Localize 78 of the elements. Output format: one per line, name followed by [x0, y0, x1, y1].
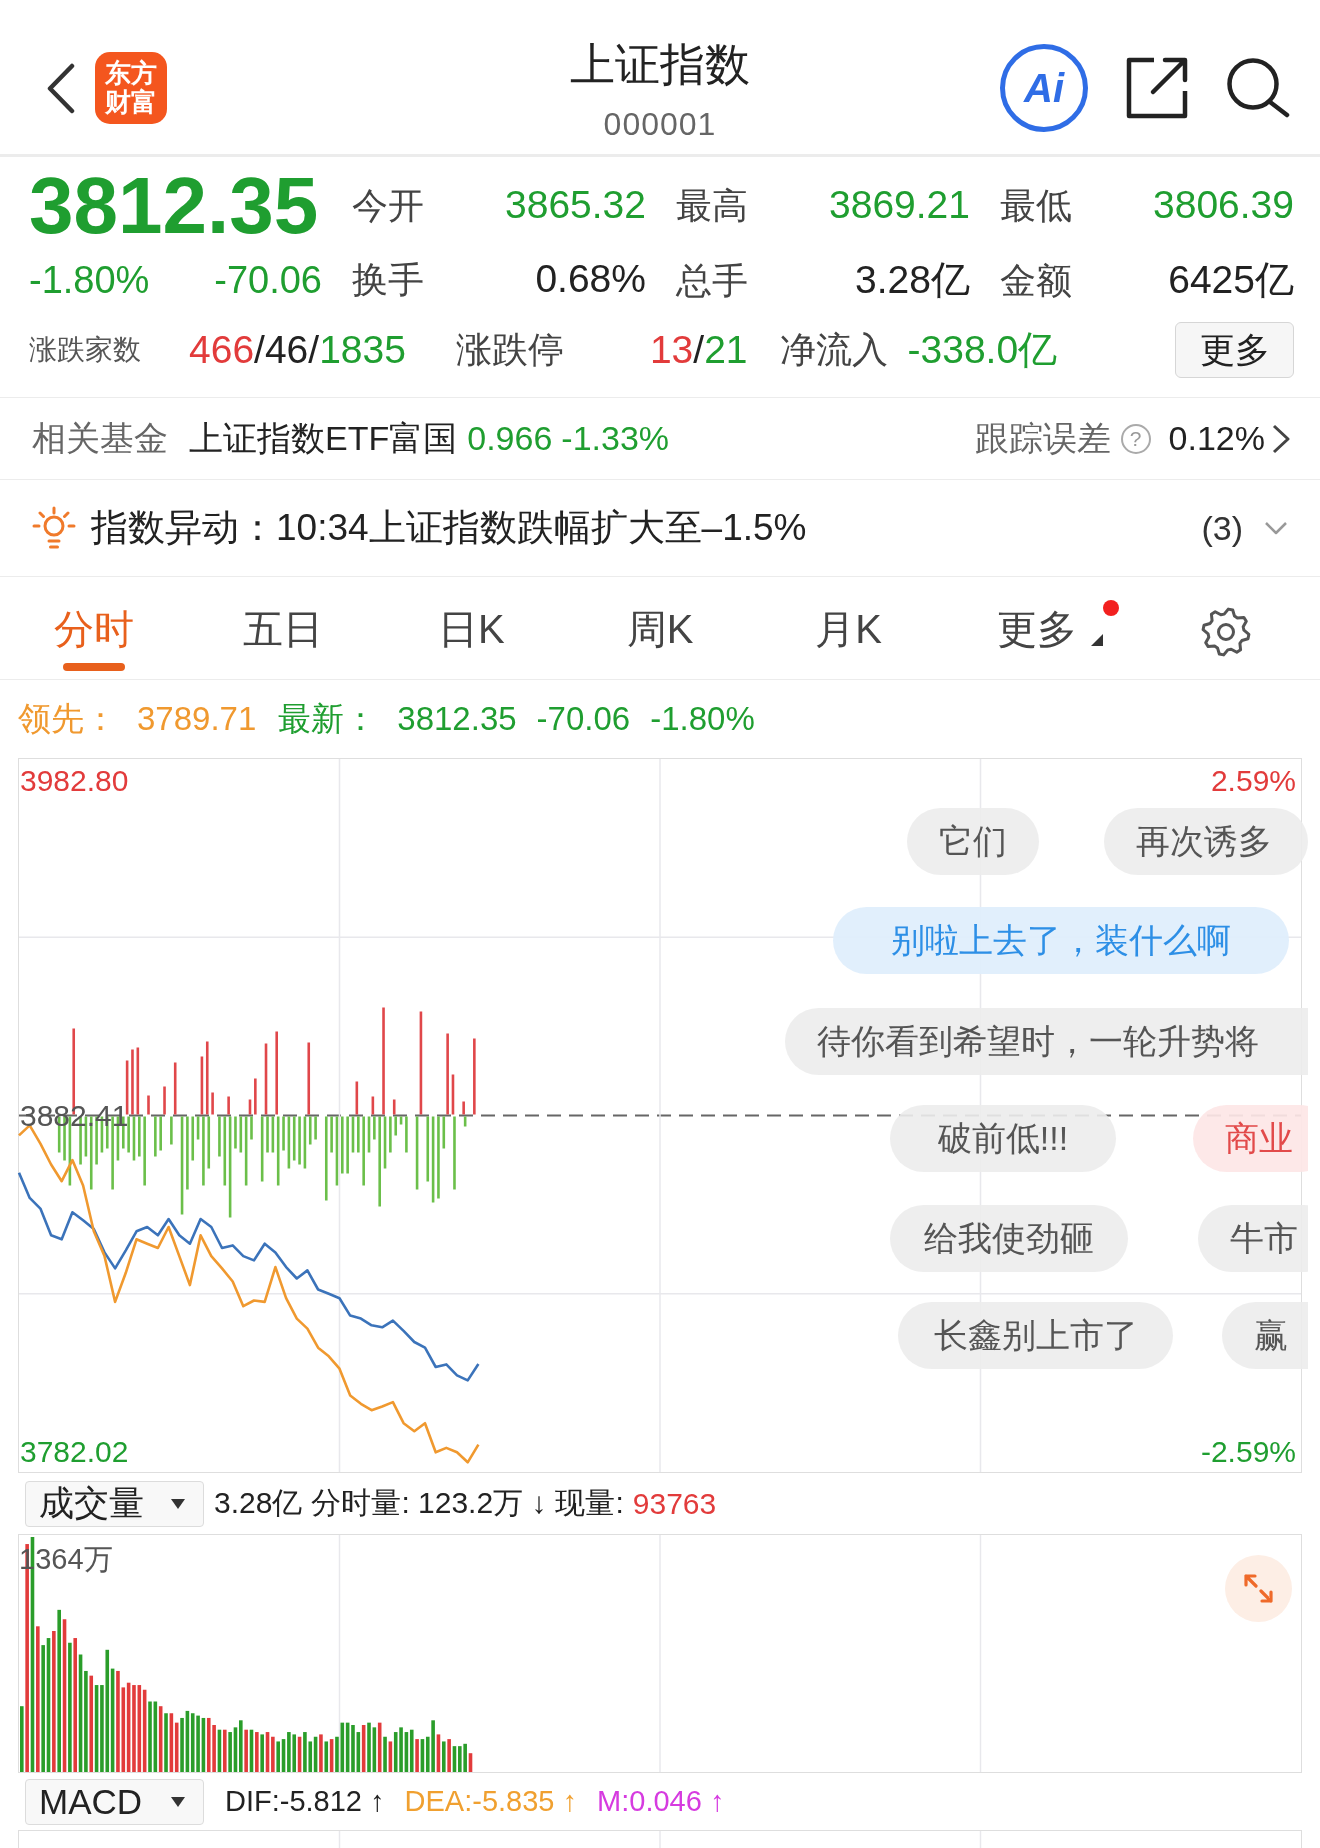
- comment-bubble: 牛市: [1198, 1205, 1308, 1272]
- comment-bubble: 再次诱多: [1104, 808, 1308, 875]
- more-button[interactable]: 更多: [1175, 322, 1294, 378]
- stat-label: 金额: [1000, 259, 1072, 303]
- period-tab[interactable]: 更多: [997, 607, 1078, 671]
- comment-bubble: 商业: [1193, 1105, 1308, 1172]
- period-tab[interactable]: 月K: [815, 607, 882, 671]
- comment-bubble: 别啦上去了，装什么啊: [833, 907, 1289, 974]
- indicator-dropdown[interactable]: 成交量: [25, 1480, 204, 1527]
- change-percent: -1.80%: [29, 258, 150, 302]
- caret-icon: [171, 1498, 185, 1509]
- inflow-value: -338.0亿: [907, 327, 1058, 373]
- search-icon[interactable]: [1226, 58, 1290, 118]
- period-tab[interactable]: 周K: [626, 607, 694, 671]
- axis-label: -2.59%: [1200, 1435, 1296, 1469]
- comment-bubble: 长鑫别上市了: [898, 1302, 1173, 1369]
- period-tab[interactable]: 五日: [242, 607, 323, 671]
- minute-volume: 分时量: 123.2万 ↓: [311, 1485, 547, 1521]
- fund-change: -1.33%: [561, 419, 670, 458]
- macd-value: M:0.046 ↑: [597, 1785, 725, 1818]
- axis-label: 2.59%: [1210, 763, 1296, 797]
- limit-value: 13/21: [649, 328, 748, 372]
- last-price: 3812.35: [29, 169, 320, 243]
- axis-label: 3982.80: [20, 763, 129, 797]
- legend-label: 领先：: [18, 698, 117, 739]
- back-icon[interactable]: [46, 62, 76, 114]
- volume-total: 3.28亿: [214, 1485, 303, 1521]
- fund-label: 相关基金: [32, 417, 168, 459]
- stat-value: 0.68%: [535, 256, 646, 301]
- period-tab[interactable]: 日K: [438, 607, 505, 671]
- stat-label: 最高: [676, 183, 748, 228]
- inflow-label: 净流入: [779, 327, 888, 372]
- comment-bubble: 待你看到希望时，一轮升势将: [785, 1008, 1308, 1075]
- fund-name: 上证指数ETF富国: [189, 417, 458, 459]
- current-volume-value: 93763: [632, 1486, 717, 1521]
- alert-count: (3): [1201, 508, 1243, 548]
- stat-label: 今开: [352, 183, 424, 228]
- legend-value: 3789.71: [137, 700, 257, 738]
- breadth-label: 涨跌家数: [29, 333, 141, 367]
- alert-text: 指数异动：10:34上证指数跌幅扩大至–1.5%: [91, 506, 807, 550]
- stat-value: 6425亿: [1168, 257, 1294, 303]
- caret-icon: [171, 1796, 185, 1807]
- comment-bubble: 它们: [907, 808, 1039, 875]
- legend-label: 最新：: [278, 698, 378, 739]
- stat-label: 换手: [352, 257, 424, 302]
- chevron-right-icon[interactable]: [1272, 423, 1290, 454]
- expand-icon[interactable]: [1225, 1555, 1292, 1622]
- fund-price: 0.966: [467, 419, 553, 458]
- stat-label: 最低: [1000, 183, 1072, 228]
- macd-value: DIF:-5.812 ↑: [225, 1785, 385, 1818]
- stat-value: 3865.32: [505, 182, 646, 227]
- tracking-label: 跟踪误差: [974, 417, 1111, 459]
- page-title: 上证指数: [570, 39, 750, 91]
- ai-button[interactable]: Ai: [1000, 44, 1088, 132]
- comment-bubble: 给我使劲砸: [890, 1205, 1128, 1272]
- share-icon[interactable]: [1126, 57, 1188, 119]
- sun-icon: [32, 506, 76, 550]
- legend-value: -1.80%: [650, 700, 755, 738]
- settings-icon[interactable]: [1200, 607, 1251, 657]
- stat-value: 3.28亿: [855, 257, 970, 303]
- limit-label: 涨跌停: [455, 327, 564, 372]
- macd-value: DEA:-5.835 ↑: [404, 1785, 578, 1818]
- comment-bubble: 破前低!!!: [890, 1105, 1116, 1172]
- chevron-down-icon[interactable]: [1264, 521, 1288, 535]
- legend-value: -70.06: [536, 700, 631, 738]
- comment-bubble: 赢: [1222, 1302, 1308, 1369]
- breadth-value: 466/46/1835: [189, 328, 406, 372]
- tracking-value: 0.12%: [1168, 419, 1265, 458]
- current-volume-label: 现量:: [555, 1485, 624, 1521]
- axis-label: 3782.02: [20, 1435, 129, 1469]
- stat-label: 总手: [676, 259, 748, 303]
- stat-value: 3806.39: [1153, 182, 1294, 227]
- index-code: 000001: [603, 105, 717, 143]
- stat-value: 3869.21: [829, 182, 970, 227]
- change-amount: -70.06: [214, 258, 322, 302]
- indicator-dropdown[interactable]: MACD: [25, 1778, 204, 1825]
- app-logo: 东方财富: [95, 52, 167, 124]
- legend-value: 3812.35: [397, 700, 517, 738]
